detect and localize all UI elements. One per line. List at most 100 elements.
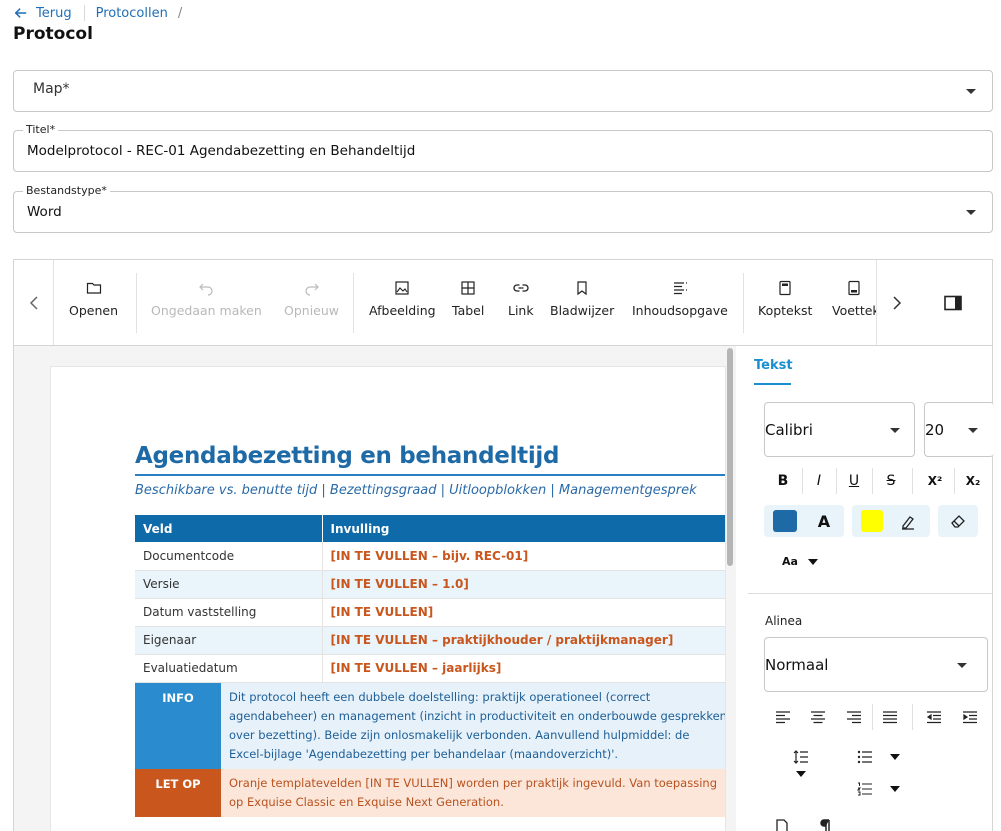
table-icon bbox=[461, 281, 475, 295]
chevron-right-icon bbox=[892, 295, 901, 310]
indent-icon[interactable] bbox=[962, 710, 978, 724]
letop-callout: LET OP Oranje templatevelden [IN TE VULL… bbox=[135, 769, 725, 817]
table-cell: Documentcode bbox=[135, 542, 323, 571]
header-label: Koptekst bbox=[758, 303, 813, 318]
info-text: Dit protocol heeft een dubbele doelstell… bbox=[221, 683, 725, 769]
line-spacing-icon[interactable] bbox=[793, 750, 809, 764]
redo-icon bbox=[304, 283, 319, 296]
chevron-down-icon[interactable] bbox=[890, 786, 900, 792]
table-cell: [IN TE VULLEN – bijv. REC-01] bbox=[322, 542, 725, 571]
paragraph-style-select[interactable]: Normaal bbox=[764, 637, 988, 692]
document-editor: Openen Ongedaan maken Opnieuw Afbeelding… bbox=[13, 259, 994, 831]
toc-button[interactable]: Inhoudsopgave bbox=[632, 280, 728, 318]
superscript-button[interactable]: X² bbox=[918, 468, 952, 494]
breadcrumb-protocollen[interactable]: Protocollen bbox=[96, 6, 168, 21]
footer-button[interactable]: Voettek bbox=[832, 280, 876, 318]
table-row: Evaluatiedatum [IN TE VULLEN – jaarlijks… bbox=[135, 654, 725, 683]
open-label: Openen bbox=[69, 303, 118, 318]
table-cell: Datum vaststelling bbox=[135, 598, 323, 627]
bestandstype-label: Bestandstype* bbox=[23, 184, 110, 197]
header-button[interactable]: Koptekst bbox=[758, 280, 812, 318]
titel-field[interactable]: Titel* Modelprotocol - REC-01 Agendabeze… bbox=[13, 123, 993, 172]
italic-button[interactable]: I bbox=[802, 468, 836, 494]
chevron-down-icon[interactable] bbox=[796, 771, 806, 777]
underline-button[interactable]: U bbox=[837, 468, 871, 494]
document-page[interactable]: Agendabezetting en behandeltijd Beschikb… bbox=[50, 366, 726, 831]
letop-tag: LET OP bbox=[135, 769, 221, 817]
document-scrollbar[interactable] bbox=[727, 348, 733, 566]
table-header-row: Veld Invulling bbox=[135, 515, 725, 542]
link-button[interactable]: Link bbox=[508, 280, 534, 318]
pilcrow-icon[interactable] bbox=[818, 819, 834, 831]
table-button[interactable]: Tabel bbox=[452, 280, 484, 318]
paragraph-section-label: Alinea bbox=[765, 614, 803, 628]
chevron-left-icon bbox=[29, 295, 38, 310]
table-cell: Eigenaar bbox=[135, 626, 323, 655]
bestandstype-value: Word bbox=[27, 204, 62, 220]
toggle-sidebar-icon[interactable] bbox=[944, 295, 962, 311]
chevron-down-icon[interactable] bbox=[890, 754, 900, 760]
toolbar-scroll-right[interactable] bbox=[876, 260, 916, 345]
numbered-list-icon[interactable] bbox=[857, 782, 873, 796]
format-sidebar: Tekst Calibri 20 B I U S X² X₂ A Aa Alin… bbox=[736, 346, 994, 831]
image-button[interactable]: Afbeelding bbox=[369, 280, 436, 318]
link-icon bbox=[513, 284, 529, 292]
font-color-swatch[interactable] bbox=[773, 510, 797, 532]
toc-label: Inhoudsopgave bbox=[632, 303, 728, 318]
highlighter-icon[interactable] bbox=[899, 513, 917, 531]
align-justify-icon[interactable] bbox=[882, 710, 898, 724]
bookmark-button[interactable]: Bladwijzer bbox=[550, 280, 614, 318]
format-divider bbox=[872, 468, 873, 494]
table-header-cell: Veld bbox=[135, 515, 323, 542]
align-left-icon[interactable] bbox=[775, 710, 791, 724]
tab-tekst[interactable]: Tekst bbox=[754, 358, 793, 373]
change-case-button[interactable]: Aa bbox=[782, 555, 798, 568]
strikethrough-button[interactable]: S bbox=[874, 468, 908, 494]
font-color-button[interactable]: A bbox=[807, 508, 841, 534]
table-row: Versie [IN TE VULLEN – 1.0] bbox=[135, 570, 725, 599]
open-button[interactable]: Openen bbox=[69, 280, 118, 318]
outdent-icon[interactable] bbox=[926, 710, 942, 724]
back-link[interactable]: Terug bbox=[14, 6, 72, 21]
document-canvas[interactable]: Agendabezetting en behandeltijd Beschikb… bbox=[14, 346, 736, 831]
undo-button[interactable]: Ongedaan maken bbox=[151, 280, 262, 318]
bookmark-icon bbox=[577, 281, 587, 296]
redo-button[interactable]: Opnieuw bbox=[284, 280, 339, 318]
info-tag: INFO bbox=[135, 683, 221, 769]
bold-button[interactable]: B bbox=[766, 468, 800, 494]
toolbar-divider bbox=[136, 273, 137, 333]
bullet-list-icon[interactable] bbox=[857, 750, 873, 764]
link-label: Link bbox=[508, 303, 534, 318]
eraser-icon[interactable] bbox=[949, 512, 967, 530]
footer-icon bbox=[848, 280, 860, 296]
format-divider bbox=[872, 704, 873, 730]
titel-label: Titel* bbox=[23, 123, 59, 136]
align-center-icon[interactable] bbox=[810, 710, 826, 724]
image-label: Afbeelding bbox=[369, 303, 436, 318]
toolbar-scroll-left[interactable] bbox=[14, 260, 54, 345]
table-header-cell: Invulling bbox=[322, 515, 725, 542]
font-family-select[interactable]: Calibri bbox=[764, 402, 915, 457]
chevron-down-icon bbox=[966, 89, 976, 94]
map-select[interactable]: Map* bbox=[13, 70, 993, 112]
chevron-down-icon[interactable] bbox=[808, 559, 818, 565]
folder-icon bbox=[86, 282, 101, 294]
titel-value: Modelprotocol - REC-01 Agendabezetting e… bbox=[27, 143, 416, 159]
table-label: Tabel bbox=[452, 303, 485, 318]
table-row: Eigenaar [IN TE VULLEN – praktijkhouder … bbox=[135, 626, 725, 655]
table-cell: Evaluatiedatum bbox=[135, 654, 323, 683]
align-right-icon[interactable] bbox=[846, 710, 862, 724]
table-cell: [IN TE VULLEN] bbox=[322, 598, 725, 627]
bestandstype-select[interactable]: Bestandstype* Word bbox=[13, 184, 993, 233]
back-label: Terug bbox=[36, 5, 72, 21]
table-cell: [IN TE VULLEN – jaarlijks] bbox=[322, 654, 725, 683]
page-break-icon[interactable] bbox=[774, 819, 790, 831]
chevron-down-icon bbox=[966, 210, 976, 215]
subscript-button[interactable]: X₂ bbox=[956, 468, 990, 494]
font-size-select[interactable]: 20 bbox=[924, 402, 994, 457]
highlight-color-swatch[interactable] bbox=[861, 510, 883, 532]
editor-toolbar: Openen Ongedaan maken Opnieuw Afbeelding… bbox=[14, 260, 992, 346]
format-divider bbox=[954, 468, 955, 494]
section-divider bbox=[748, 593, 992, 594]
breadcrumb: Terug Protocollen / bbox=[14, 4, 182, 22]
